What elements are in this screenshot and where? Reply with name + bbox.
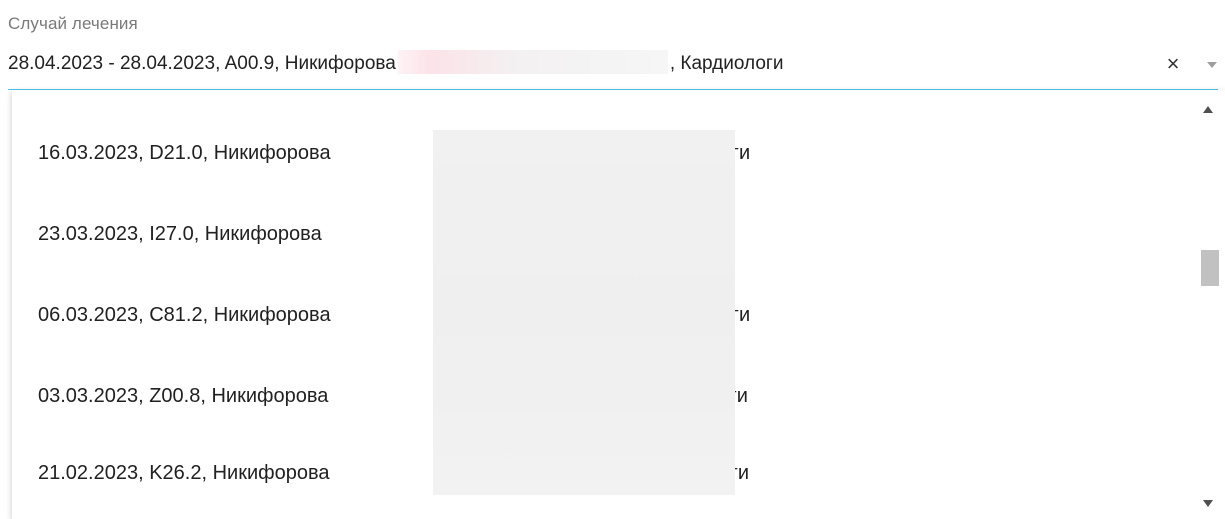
scrollbar[interactable]: [1197, 90, 1225, 519]
option-suffix: , Кардиологи: [628, 385, 748, 407]
option-label: 03.03.2023, Z00.8, Никифорова: [38, 385, 329, 407]
option-label: 21.02.2023, K26.2, Никифорова: [38, 462, 330, 484]
selected-value[interactable]: 28.04.2023 - 28.04.2023, A00.9, Никифоро…: [8, 50, 783, 75]
close-icon[interactable]: ×: [1163, 53, 1183, 75]
option-label: 16.03.2023, D21.0, Никифорова: [38, 142, 331, 164]
option-text: 03.03.2023, Z00.8, Никифорова , Кардиолог…: [38, 358, 748, 434]
chevron-down-icon[interactable]: [1207, 62, 1217, 68]
redacted-name: [397, 50, 668, 74]
option-text: 06.03.2023, C81.2, Никифорова , Кардиолог…: [38, 277, 750, 353]
treatment-case-select-page: Случай лечения 28.04.2023 - 28.04.2023, …: [0, 0, 1225, 519]
list-item[interactable]: 16.03.2023, D21.0, Никифорова , Кардиолог…: [12, 115, 1197, 191]
option-text: 23.03.2023, I27.0, Никифорова Кардиологи: [38, 196, 730, 272]
treatment-case-combobox[interactable]: Случай лечения 28.04.2023 - 28.04.2023, …: [0, 0, 1225, 90]
option-suffix: , Кардиологи: [630, 304, 751, 326]
list-item[interactable]: 23.03.2023, I27.0, Никифорова Кардиологи: [12, 196, 1197, 272]
scrollbar-thumb[interactable]: [1201, 250, 1219, 286]
option-suffix: Кардиологи: [621, 223, 731, 245]
option-suffix: , Кардиологи: [629, 462, 750, 484]
list-item[interactable]: 03.03.2023, Z00.8, Никифорова , Кардиолог…: [12, 358, 1197, 434]
arrow-down-icon[interactable]: [1203, 500, 1213, 507]
dropdown-menu: 16.03.2023, D21.0, Никифорова , Кардиолог…: [12, 90, 1225, 519]
option-text: 16.03.2023, D21.0, Никифорова , Кардиолог…: [38, 115, 750, 191]
selected-value-text: 28.04.2023 - 28.04.2023, A00.9, Никифоро…: [8, 53, 396, 74]
field-label: Случай лечения: [8, 14, 138, 33]
option-label: 23.03.2023, I27.0, Никифорова: [38, 223, 322, 245]
option-text: 21.02.2023, K26.2, Никифорова , Кардиолог…: [38, 435, 749, 511]
option-suffix: , Кардиологи: [630, 142, 751, 164]
arrow-up-icon[interactable]: [1203, 106, 1213, 113]
selected-value-suffix: , Кардиологи: [669, 53, 784, 74]
options-list: 16.03.2023, D21.0, Никифорова , Кардиолог…: [12, 90, 1197, 519]
list-item[interactable]: 06.03.2023, C81.2, Никифорова , Кардиолог…: [12, 277, 1197, 353]
list-item[interactable]: 21.02.2023, K26.2, Никифорова , Кардиолог…: [12, 435, 1197, 511]
option-label: 06.03.2023, C81.2, Никифорова: [38, 304, 331, 326]
